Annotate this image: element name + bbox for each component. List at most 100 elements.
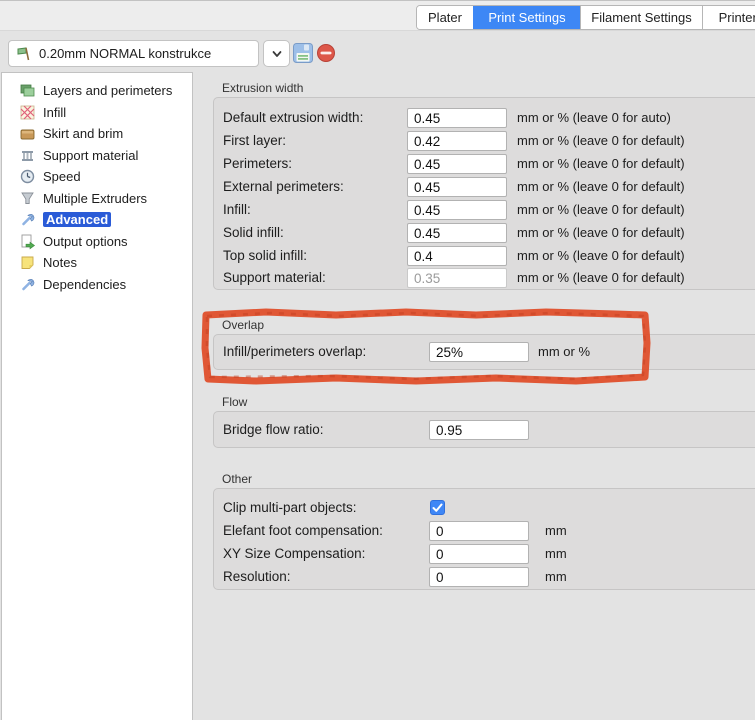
wrench-icon bbox=[19, 276, 36, 293]
setting-unit: mm or % (leave 0 for default) bbox=[517, 246, 685, 266]
section-title-overlap: Overlap bbox=[222, 318, 264, 332]
infill-icon bbox=[19, 104, 36, 121]
sidebar-item-layers-and-perimeters[interactable]: Layers and perimeters bbox=[2, 80, 192, 102]
settings-category-list: Layers and perimeters Infill Skirt and b… bbox=[1, 72, 193, 720]
setting-row: First layer: mm or % (leave 0 for defaul… bbox=[214, 131, 755, 151]
first-layer-width-input[interactable] bbox=[407, 131, 507, 151]
resolution-input[interactable] bbox=[429, 567, 529, 587]
setting-row: XY Size Compensation: mm bbox=[214, 544, 755, 564]
setting-unit: mm or % (leave 0 for default) bbox=[517, 131, 685, 151]
setting-row: Top solid infill: mm or % (leave 0 for d… bbox=[214, 246, 755, 266]
checkmark-icon bbox=[431, 501, 444, 514]
top-solid-infill-width-input[interactable] bbox=[407, 246, 507, 266]
setting-unit: mm bbox=[545, 567, 567, 587]
support-material-width-input[interactable] bbox=[407, 268, 507, 288]
setting-label: Elefant foot compensation: bbox=[223, 521, 383, 541]
sidebar-item-label: Dependencies bbox=[43, 277, 126, 292]
setting-label: External perimeters: bbox=[223, 177, 344, 197]
setting-unit: mm or % (leave 0 for default) bbox=[517, 177, 685, 197]
setting-unit: mm or % (leave 0 for default) bbox=[517, 200, 685, 220]
speed-clock-icon bbox=[19, 168, 36, 185]
solid-infill-width-input[interactable] bbox=[407, 223, 507, 243]
setting-label: Infill/perimeters overlap: bbox=[223, 342, 366, 362]
delete-icon bbox=[316, 43, 336, 63]
delete-preset-button[interactable] bbox=[316, 43, 336, 63]
sidebar-item-speed[interactable]: Speed bbox=[2, 166, 192, 188]
sidebar-item-advanced[interactable]: Advanced bbox=[2, 209, 192, 231]
sidebar-item-label: Advanced bbox=[43, 212, 111, 227]
setting-unit: mm or % bbox=[538, 342, 590, 362]
xy-size-compensation-input[interactable] bbox=[429, 544, 529, 564]
setting-row: Perimeters: mm or % (leave 0 for default… bbox=[214, 154, 755, 174]
print-settings-window: { "tabs": { "items": [ {"label": "Plater… bbox=[0, 0, 755, 720]
setting-row: Elefant foot compensation: mm bbox=[214, 521, 755, 541]
tab-printer-settings[interactable]: Printer Settings bbox=[702, 6, 755, 29]
setting-unit: mm or % (leave 0 for default) bbox=[517, 154, 685, 174]
sidebar-item-dependencies[interactable]: Dependencies bbox=[2, 274, 192, 296]
sidebar-item-label: Skirt and brim bbox=[43, 126, 123, 141]
setting-row: Support material: mm or % (leave 0 for d… bbox=[214, 268, 755, 288]
output-page-icon bbox=[19, 233, 36, 250]
bridge-flow-ratio-input[interactable] bbox=[429, 420, 529, 440]
setting-unit: mm bbox=[545, 521, 567, 541]
setting-label: Bridge flow ratio: bbox=[223, 420, 324, 440]
support-icon bbox=[19, 147, 36, 164]
setting-row: Default extrusion width: mm or % (leave … bbox=[214, 108, 755, 128]
setting-label: Infill: bbox=[223, 200, 251, 220]
setting-row: Clip multi-part objects: bbox=[214, 498, 755, 518]
preset-name: 0.20mm NORMAL konstrukce bbox=[39, 46, 211, 61]
save-icon bbox=[292, 42, 314, 64]
setting-row: Bridge flow ratio: bbox=[214, 420, 755, 440]
setting-label: Clip multi-part objects: bbox=[223, 498, 357, 518]
elefant-foot-compensation-input[interactable] bbox=[429, 521, 529, 541]
sidebar-item-skirt-and-brim[interactable]: Skirt and brim bbox=[2, 123, 192, 145]
tab-filament-settings[interactable]: Filament Settings bbox=[580, 6, 702, 29]
section-title-extrusion-width: Extrusion width bbox=[222, 81, 303, 95]
chevron-down-icon bbox=[270, 47, 284, 61]
sidebar-item-infill[interactable]: Infill bbox=[2, 102, 192, 124]
sidebar-item-label: Infill bbox=[43, 105, 66, 120]
setting-unit: mm bbox=[545, 544, 567, 564]
sidebar-item-label: Output options bbox=[43, 234, 128, 249]
skirt-icon bbox=[19, 125, 36, 142]
clip-multipart-objects-checkbox[interactable] bbox=[430, 500, 445, 515]
setting-label: Solid infill: bbox=[223, 223, 284, 243]
setting-row: Infill/perimeters overlap: mm or % bbox=[214, 342, 755, 362]
setting-label: Default extrusion width: bbox=[223, 108, 363, 128]
default-extrusion-width-input[interactable] bbox=[407, 108, 507, 128]
sidebar-item-multiple-extruders[interactable]: Multiple Extruders bbox=[2, 188, 192, 210]
setting-row: External perimeters: mm or % (leave 0 fo… bbox=[214, 177, 755, 197]
setting-unit: mm or % (leave 0 for default) bbox=[517, 223, 685, 243]
external-perimeters-width-input[interactable] bbox=[407, 177, 507, 197]
setting-unit: mm or % (leave 0 for auto) bbox=[517, 108, 671, 128]
section-title-flow: Flow bbox=[222, 395, 247, 409]
preset-flag-icon bbox=[15, 45, 33, 63]
section-box-overlap: Infill/perimeters overlap: mm or % bbox=[213, 334, 755, 370]
setting-row: Resolution: mm bbox=[214, 567, 755, 587]
section-title-other: Other bbox=[222, 472, 252, 486]
save-preset-button[interactable] bbox=[292, 42, 314, 64]
preset-dropdown[interactable]: 0.20mm NORMAL konstrukce bbox=[8, 40, 259, 67]
settings-tab-bar: Plater Print Settings Filament Settings … bbox=[416, 5, 755, 30]
sidebar-item-label: Layers and perimeters bbox=[43, 83, 172, 98]
setting-label: Top solid infill: bbox=[223, 246, 307, 266]
infill-width-input[interactable] bbox=[407, 200, 507, 220]
setting-label: Perimeters: bbox=[223, 154, 292, 174]
sidebar-item-label: Support material bbox=[43, 148, 138, 163]
section-box-other: Clip multi-part objects: Elefant foot co… bbox=[213, 488, 755, 590]
setting-label: XY Size Compensation: bbox=[223, 544, 365, 564]
setting-row: Infill: mm or % (leave 0 for default) bbox=[214, 200, 755, 220]
setting-unit: mm or % (leave 0 for default) bbox=[517, 268, 685, 288]
infill-perimeters-overlap-input[interactable] bbox=[429, 342, 529, 362]
tab-plater[interactable]: Plater bbox=[417, 6, 473, 29]
sidebar-item-support-material[interactable]: Support material bbox=[2, 145, 192, 167]
funnel-icon bbox=[19, 190, 36, 207]
preset-expand-button[interactable] bbox=[263, 40, 290, 67]
layers-icon bbox=[19, 82, 36, 99]
perimeters-width-input[interactable] bbox=[407, 154, 507, 174]
sidebar-item-notes[interactable]: Notes bbox=[2, 252, 192, 274]
notes-icon bbox=[19, 254, 36, 271]
tab-print-settings[interactable]: Print Settings bbox=[473, 6, 580, 29]
sidebar-item-output-options[interactable]: Output options bbox=[2, 231, 192, 253]
wrench-icon bbox=[19, 211, 36, 228]
